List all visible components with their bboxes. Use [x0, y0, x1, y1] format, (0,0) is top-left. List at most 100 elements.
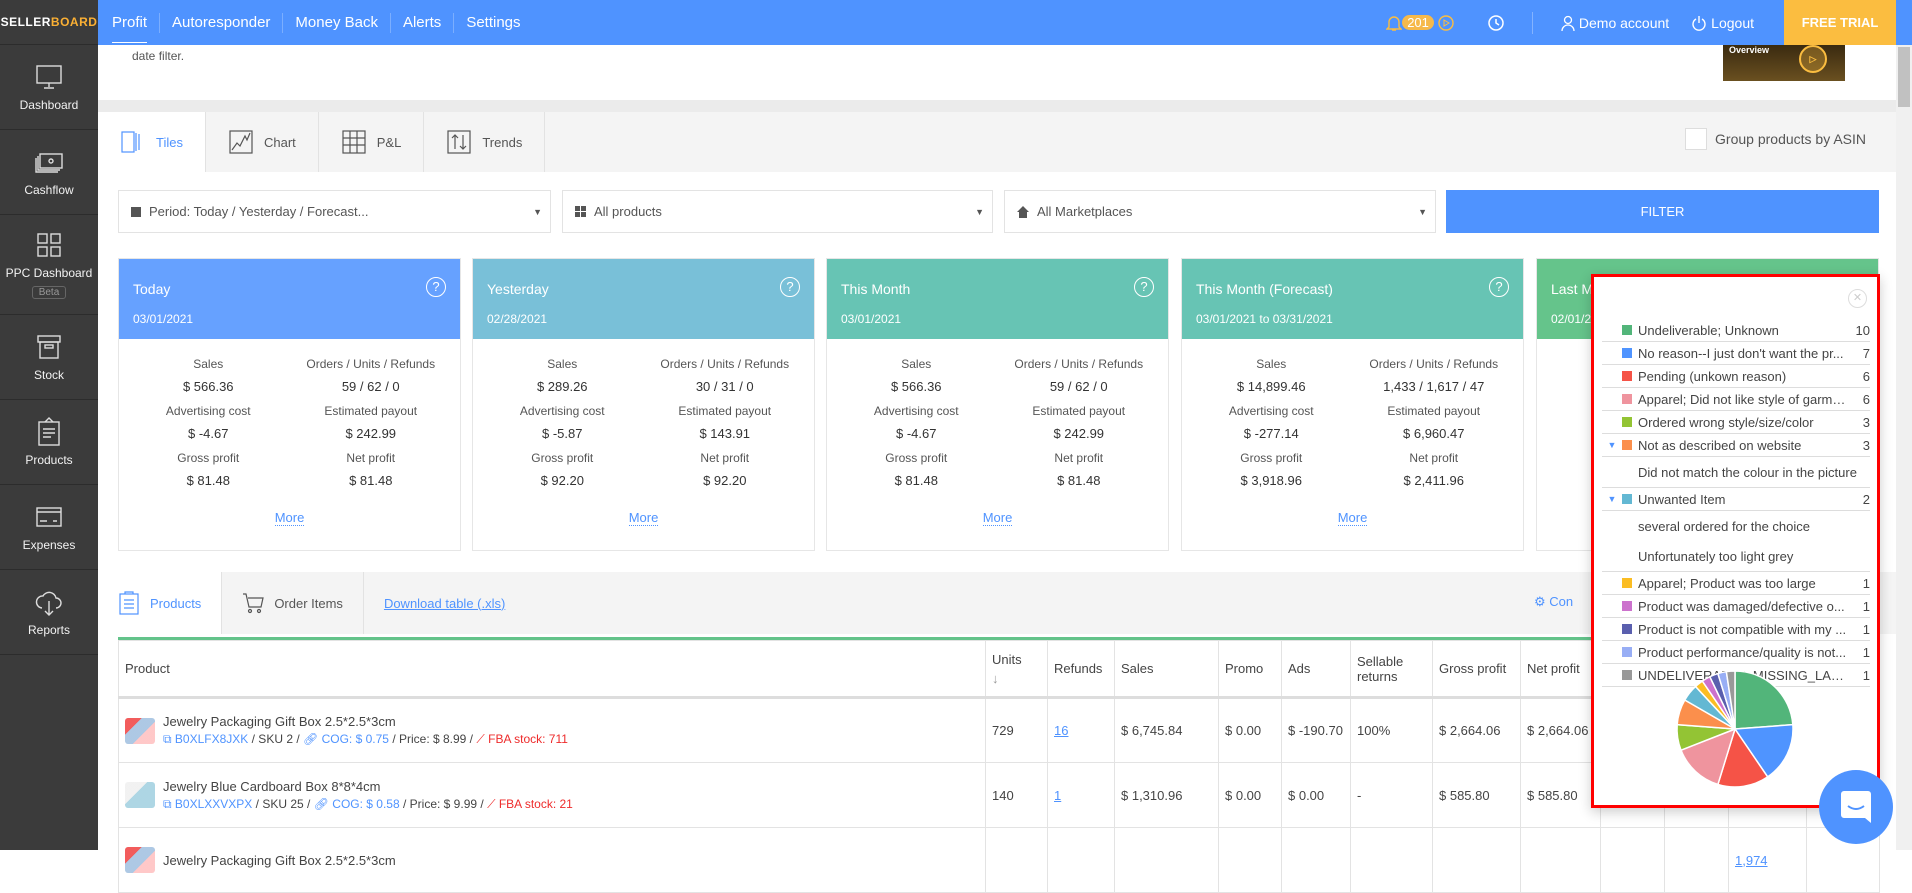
column-header[interactable]: Ads: [1281, 640, 1351, 699]
nav-settings[interactable]: Settings: [454, 13, 532, 33]
cloud-download-icon: [35, 591, 62, 616]
table-cell: $ 0.00: [1218, 697, 1282, 763]
sidebar-item-stock[interactable]: Stock: [0, 315, 98, 400]
cell-link[interactable]: 1,974: [1735, 853, 1768, 868]
column-header[interactable]: Units ↓: [985, 640, 1048, 699]
sidebar-item-cashflow[interactable]: Cashflow: [0, 130, 98, 215]
tab-order-items[interactable]: Order Items: [222, 572, 364, 634]
legend-item[interactable]: Product performance/quality is not... 1: [1602, 641, 1870, 664]
legend-item[interactable]: Apparel; Product was too large 1: [1602, 572, 1870, 595]
column-header[interactable]: Sellable returns: [1350, 640, 1433, 699]
nav-autoresponder[interactable]: Autoresponder: [160, 12, 284, 33]
metric: Sales $ 289.26: [481, 357, 644, 394]
legend-item[interactable]: Product was damaged/defective o... 1: [1602, 595, 1870, 618]
group-by-asin[interactable]: Group products by ASIN: [1685, 128, 1866, 150]
link-icon: 🔗︎: [303, 732, 319, 746]
sidebar-item-products[interactable]: Products: [0, 400, 98, 485]
expand-arrow-icon[interactable]: ▼: [1602, 440, 1622, 450]
cell-value: $ 0.00: [1225, 723, 1262, 738]
legend-item[interactable]: Pending (unkown reason) 6: [1602, 365, 1870, 388]
column-header[interactable]: Product: [118, 640, 986, 699]
sidebar-item-ppc-dashboard[interactable]: PPC Dashboard Beta: [0, 215, 98, 315]
logout-button[interactable]: Logout: [1691, 15, 1754, 31]
legend-item[interactable]: ▼ Not as described on website 3: [1602, 434, 1870, 457]
legend-value: 1: [1862, 575, 1870, 591]
more-link[interactable]: More: [1182, 510, 1523, 526]
logo[interactable]: SELLER BOARD: [0, 0, 98, 45]
table-cell: $ 0.00: [1218, 762, 1282, 828]
free-trial-button[interactable]: FREE TRIAL: [1784, 0, 1896, 45]
tab-chart[interactable]: Chart: [206, 112, 319, 172]
nav-money-back[interactable]: Money Back: [283, 12, 391, 33]
more-link[interactable]: More: [473, 510, 814, 526]
column-header[interactable]: Net profit: [1520, 640, 1601, 699]
nav-profit[interactable]: Profit: [100, 12, 161, 43]
cell-value: $ 6,745.84: [1121, 723, 1183, 738]
period-select[interactable]: Period: Today / Yesterday / Forecast... ▼: [118, 190, 551, 233]
filter-button[interactable]: FILTER: [1446, 190, 1879, 233]
tab-trends[interactable]: Trends: [424, 112, 546, 172]
column-header[interactable]: Sales: [1114, 640, 1219, 699]
metric-label: Orders / Units / Refunds: [306, 357, 436, 371]
sidebar-item-reports[interactable]: Reports: [0, 570, 98, 655]
pie-slice[interactable]: [1734, 670, 1794, 730]
product-name[interactable]: Jewelry Packaging Gift Box 2.5*2.5*3cm: [163, 853, 396, 868]
sort-arrow-icon: ↓: [992, 670, 999, 686]
legend-item[interactable]: No reason--I just don't want the pr... 7: [1602, 342, 1870, 365]
legend-item[interactable]: Product is not compatible with my ... 1: [1602, 618, 1870, 641]
refunds-link[interactable]: 1: [1054, 788, 1061, 803]
copy-icon[interactable]: ⧉: [163, 732, 172, 746]
tab-tiles[interactable]: Tiles: [98, 112, 206, 172]
sidebar-item-dashboard[interactable]: Dashboard: [0, 45, 98, 130]
clipboard-icon: [119, 591, 139, 615]
copy-icon[interactable]: ⧉: [163, 797, 172, 811]
configure-columns-button[interactable]: ⚙ Con: [1534, 594, 1573, 610]
legend-item[interactable]: Apparel; Did not like style of garme... 6: [1602, 388, 1870, 411]
group-by-asin-checkbox[interactable]: [1685, 128, 1708, 150]
close-icon[interactable]: ✕: [1848, 289, 1867, 308]
legend-value: 3: [1862, 414, 1870, 430]
asin-link[interactable]: B0XLXXVXPX: [175, 797, 252, 811]
metric: Net profit $ 92.20: [644, 451, 807, 488]
expand-arrow-icon[interactable]: ▼: [1602, 494, 1622, 504]
tab-pl[interactable]: P&L: [319, 112, 425, 172]
scrollbar-thumb[interactable]: [1898, 47, 1910, 107]
column-header[interactable]: Promo: [1218, 640, 1282, 699]
marketplaces-select[interactable]: All Marketplaces ▼: [1004, 190, 1436, 233]
metric: Gross profit $ 81.48: [127, 451, 290, 488]
metric-label: Gross profit: [177, 451, 240, 465]
metric: Advertising cost $ -4.67: [835, 404, 998, 441]
column-header-label: Net profit: [1527, 661, 1580, 676]
refunds-link[interactable]: 16: [1054, 723, 1068, 738]
asin-link[interactable]: B0XLFX8JXK: [175, 732, 248, 746]
nav-alerts[interactable]: Alerts: [391, 12, 455, 33]
product-name[interactable]: Jewelry Packaging Gift Box 2.5*2.5*3cm: [163, 714, 568, 729]
video-thumbnail[interactable]: Overview ▷: [1723, 45, 1845, 81]
product-name[interactable]: Jewelry Blue Cardboard Box 8*8*4cm: [163, 779, 573, 794]
help-icon[interactable]: ?: [1134, 277, 1154, 297]
legend-swatch: [1622, 325, 1632, 335]
sidebar-item-expenses[interactable]: Expenses: [0, 485, 98, 570]
history-button[interactable]: [1488, 11, 1533, 34]
column-header[interactable]: Refunds: [1047, 640, 1115, 699]
products-select[interactable]: All products ▼: [562, 190, 993, 233]
legend-item[interactable]: ▼ Unwanted Item 2: [1602, 488, 1870, 511]
help-icon[interactable]: ?: [1489, 277, 1509, 297]
download-table-link[interactable]: Download table (.xls): [384, 596, 505, 611]
help-icon[interactable]: ?: [780, 277, 800, 297]
notifications-button[interactable]: 201: [1386, 14, 1454, 32]
cog-link[interactable]: COG: $ 0.58: [332, 797, 399, 811]
tab-products[interactable]: Products: [98, 572, 223, 634]
scrollbar[interactable]: [1896, 45, 1912, 850]
column-header[interactable]: Gross profit: [1432, 640, 1521, 699]
account-button[interactable]: Demo account: [1561, 15, 1669, 31]
legend-item[interactable]: Undeliverable; Unknown 10: [1602, 319, 1870, 342]
more-link[interactable]: More: [119, 510, 460, 526]
chat-button[interactable]: [1819, 770, 1893, 844]
cog-link[interactable]: COG: $ 0.75: [322, 732, 389, 746]
metric: Advertising cost $ -4.67: [127, 404, 290, 441]
card-date: 03/01/2021: [133, 312, 194, 326]
help-icon[interactable]: ?: [426, 277, 446, 297]
more-link[interactable]: More: [827, 510, 1168, 526]
legend-item[interactable]: Ordered wrong style/size/color 3: [1602, 411, 1870, 434]
